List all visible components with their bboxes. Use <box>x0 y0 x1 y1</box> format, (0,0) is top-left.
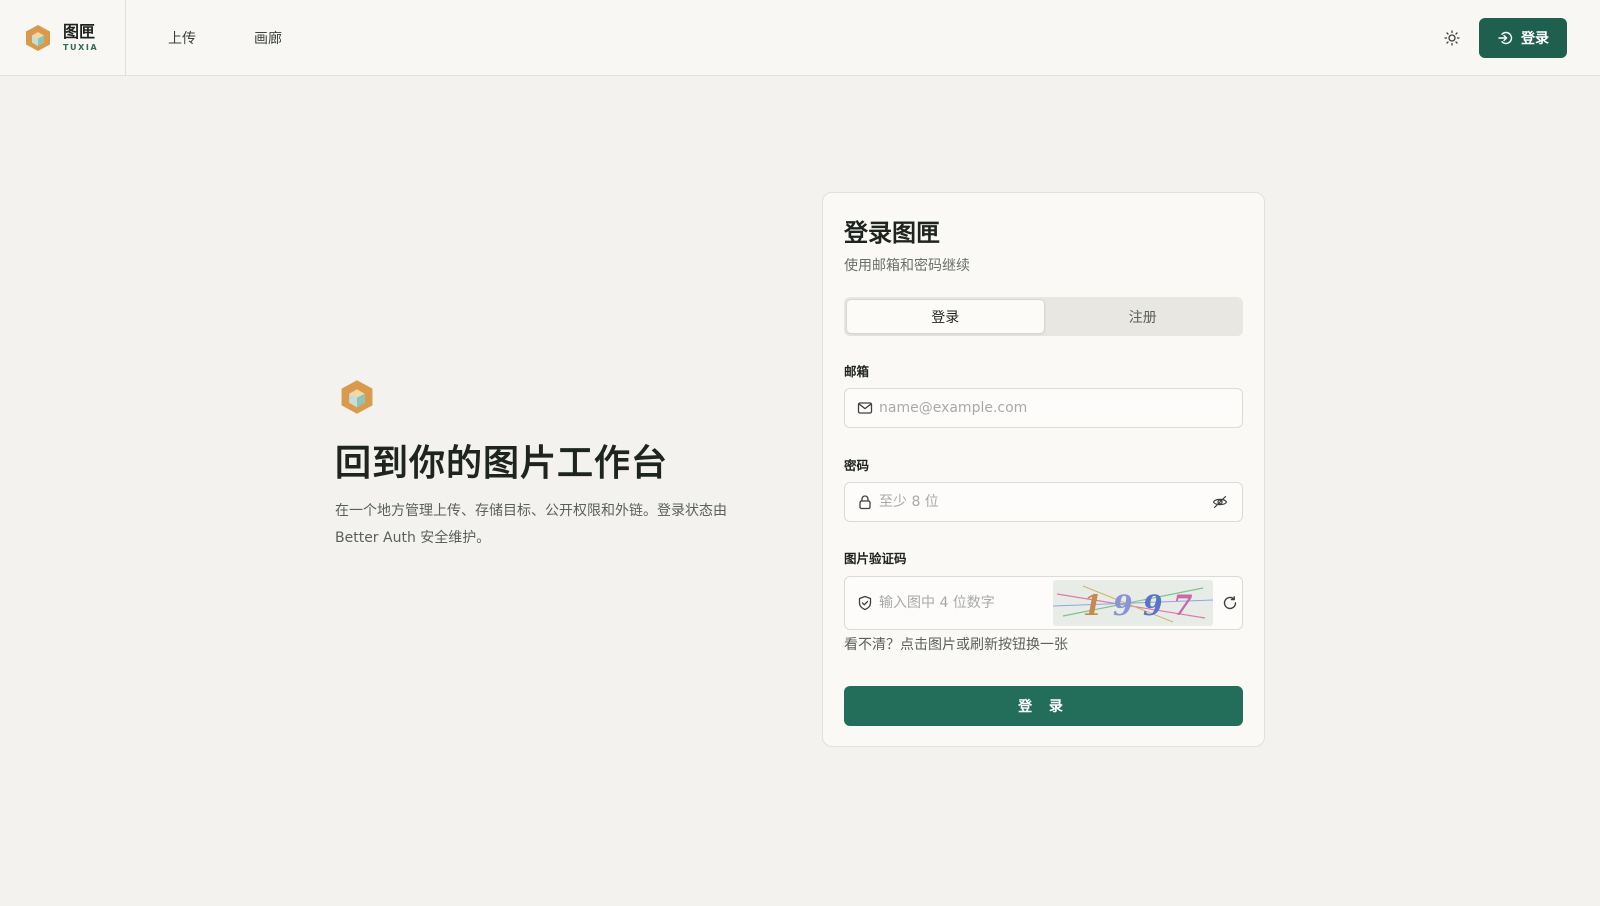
login-submit-button[interactable]: 登 录 <box>844 686 1243 726</box>
card-title: 登录图匣 <box>844 219 940 247</box>
eye-off-icon <box>1212 495 1228 509</box>
tab-login[interactable]: 登录 <box>846 299 1045 334</box>
lock-icon <box>859 495 871 510</box>
auth-tabs: 登录 注册 <box>844 297 1243 336</box>
tab-register[interactable]: 注册 <box>1045 299 1242 334</box>
captcha-digit: 1 <box>1083 589 1102 622</box>
cube-logo-icon <box>26 24 50 51</box>
password-field-wrapper <box>844 482 1243 522</box>
captcha-digit: 9 <box>1143 589 1162 622</box>
brand-name: 图匣 <box>63 21 96 41</box>
password-visibility-toggle[interactable] <box>1204 486 1236 518</box>
captcha-refresh-button[interactable] <box>1213 586 1247 620</box>
main-nav: 上传 画廊 <box>168 0 282 75</box>
captcha-field-wrapper: 1 9 9 7 <box>844 576 1243 630</box>
login-card: 登录图匣 使用邮箱和密码继续 登录 注册 邮箱 密码 图片验证码 <box>822 192 1265 747</box>
hero-title: 回到你的图片工作台 <box>335 443 669 484</box>
sun-icon <box>1444 30 1460 46</box>
header-login-button[interactable]: 登录 <box>1479 18 1567 58</box>
captcha-digit: 7 <box>1173 589 1193 622</box>
brand-subtitle: TUXIA <box>63 42 99 52</box>
login-arrow-icon <box>1498 31 1513 45</box>
captcha-digit: 9 <box>1113 589 1132 622</box>
nav-gallery-link[interactable]: 画廊 <box>254 28 282 48</box>
brand-text: 图匣 TUXIA <box>63 21 99 52</box>
email-field-wrapper <box>844 388 1243 428</box>
card-subtitle: 使用邮箱和密码继续 <box>844 258 970 274</box>
refresh-icon <box>1223 596 1237 610</box>
brand[interactable]: 图匣 TUXIA <box>0 0 126 75</box>
email-input[interactable] <box>879 389 1242 427</box>
top-header: 图匣 TUXIA 上传 画廊 登录 <box>0 0 1600 76</box>
shield-check-icon <box>858 595 872 611</box>
mail-icon <box>857 402 873 414</box>
password-input[interactable] <box>879 483 1204 521</box>
captcha-image[interactable]: 1 9 9 7 <box>1053 580 1213 626</box>
hero-description: 在一个地方管理上传、存储目标、公开权限和外链。登录状态由 Better Auth… <box>335 503 727 546</box>
captcha-image-graphic: 1 9 9 7 <box>1053 580 1213 626</box>
theme-toggle-button[interactable] <box>1440 26 1464 50</box>
password-label: 密码 <box>844 458 870 473</box>
captcha-input[interactable] <box>879 577 1053 629</box>
nav-upload-link[interactable]: 上传 <box>168 28 196 48</box>
captcha-hint: 看不清？点击图片或刷新按钮换一张 <box>844 637 1068 653</box>
captcha-label: 图片验证码 <box>844 551 907 566</box>
email-label: 邮箱 <box>844 364 870 379</box>
header-login-label: 登录 <box>1521 31 1549 47</box>
cube-logo-icon <box>341 380 373 414</box>
